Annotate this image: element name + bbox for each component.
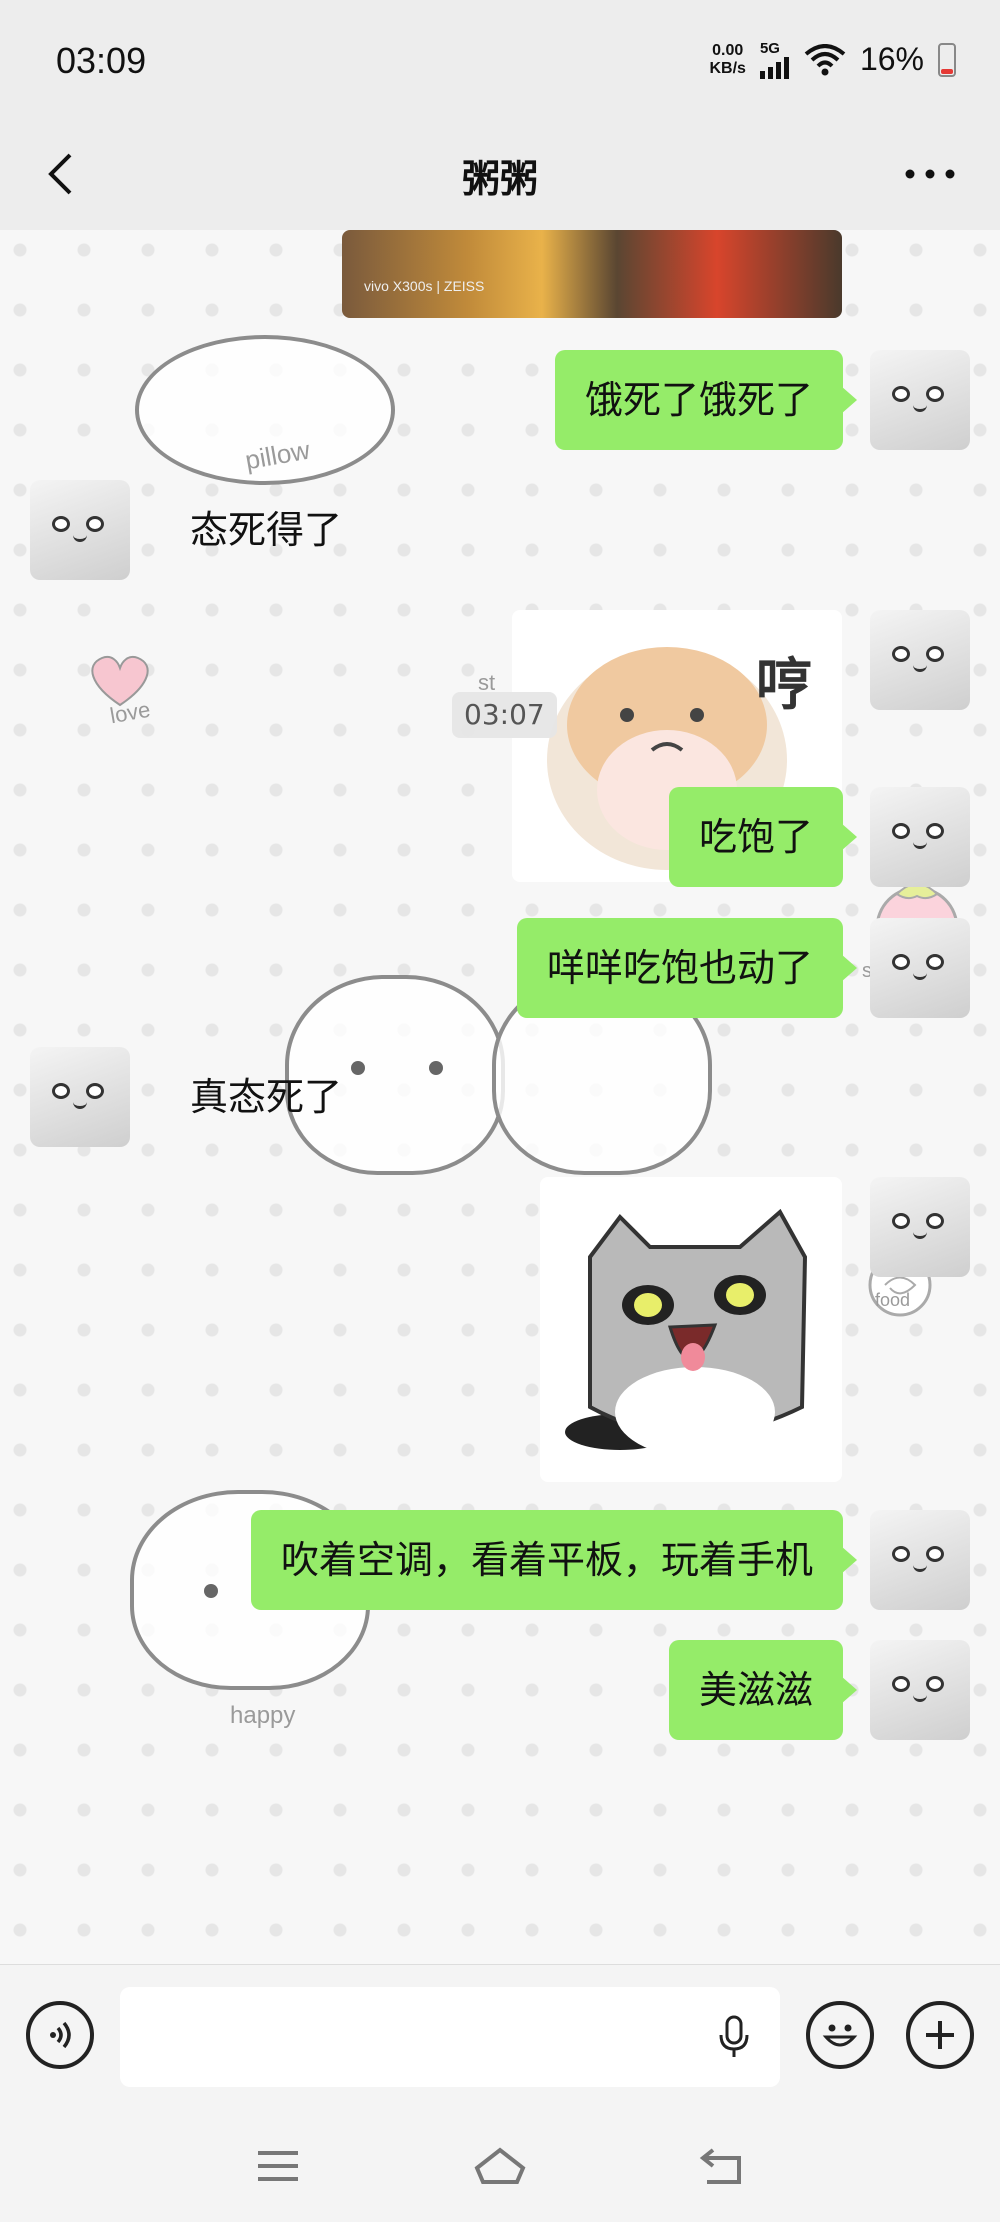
sticker-message-cat[interactable] (540, 1177, 842, 1482)
message-input[interactable] (120, 1987, 780, 2087)
emoji-button[interactable] (806, 2001, 874, 2069)
battery-percent: 16% (859, 41, 924, 77)
wallpaper-word-happy: happy (230, 1702, 296, 1729)
plus-icon (926, 2021, 954, 2049)
voice-button[interactable] (26, 2001, 94, 2069)
wallpaper-word-love: love (108, 696, 153, 729)
contact-avatar[interactable] (30, 480, 130, 580)
more-button[interactable] (890, 142, 970, 206)
message-bubble[interactable]: 态死得了 (160, 480, 372, 580)
message-bubble[interactable]: 美滋滋 (668, 1640, 858, 1740)
battery-icon (938, 42, 956, 77)
cellular-signal-icon: 5G (759, 40, 790, 79)
message-bubble[interactable]: 真态死了 (160, 1047, 372, 1147)
status-bar: 03:09 0.00 KB/s 5G 16% (0, 0, 1000, 120)
nav-back-button[interactable] (692, 2142, 752, 2190)
photo-message[interactable]: vivo X300s | ZEISS (342, 230, 842, 318)
photo-watermark: vivo X300s | ZEISS (364, 278, 485, 294)
plus-button[interactable] (906, 2001, 974, 2069)
timestamp: 03:07 (452, 692, 557, 738)
sticker-text-heng: 哼 (756, 653, 812, 718)
input-bar (0, 1964, 1000, 2104)
my-avatar[interactable] (870, 1640, 970, 1740)
status-time: 03:09 (56, 40, 147, 81)
back-icon (699, 2148, 741, 2184)
my-avatar[interactable] (870, 350, 970, 450)
message-bubble[interactable]: 吃饱了 (668, 787, 858, 887)
my-avatar[interactable] (870, 918, 970, 1018)
network-speed-unit: KB/s (709, 59, 746, 77)
status-indicators: 0.00 KB/s 5G 16% (710, 40, 956, 79)
network-type: 5G (759, 40, 780, 57)
wifi-icon (804, 43, 846, 75)
nav-home-button[interactable] (470, 2142, 530, 2190)
home-icon (474, 2147, 526, 2184)
system-navigation-bar (0, 2104, 1000, 2222)
network-speed: 0.00 KB/s (710, 42, 746, 78)
voice-icon (50, 2021, 71, 2049)
network-speed-value: 0.00 (712, 41, 744, 59)
message-bubble[interactable]: 吹着空调，看着平板，玩着手机 (250, 1510, 858, 1610)
contact-avatar[interactable] (30, 1047, 130, 1147)
gray-cat-sticker-image (565, 1208, 808, 1457)
nav-menu-button[interactable] (248, 2142, 308, 2190)
menu-icon (258, 2151, 298, 2181)
my-avatar[interactable] (870, 610, 970, 710)
message-bubble[interactable]: 饿死了饿死了 (554, 350, 858, 450)
message-bubble[interactable]: 咩咩吃饱也动了 (516, 918, 858, 1018)
my-avatar[interactable] (870, 1177, 970, 1277)
chat-header: 粥粥 (0, 120, 1000, 230)
my-avatar[interactable] (870, 787, 970, 887)
wallpaper-word-food: food (875, 1290, 911, 1310)
chat-title: 粥粥 (461, 157, 538, 201)
emoji-icon (822, 2024, 858, 2047)
chat-area[interactable]: pillow love st strawberry happy food viv… (0, 230, 1000, 1964)
more-dots-icon (905, 169, 955, 179)
microphone-icon[interactable] (718, 2015, 750, 2059)
my-avatar[interactable] (870, 1510, 970, 1610)
